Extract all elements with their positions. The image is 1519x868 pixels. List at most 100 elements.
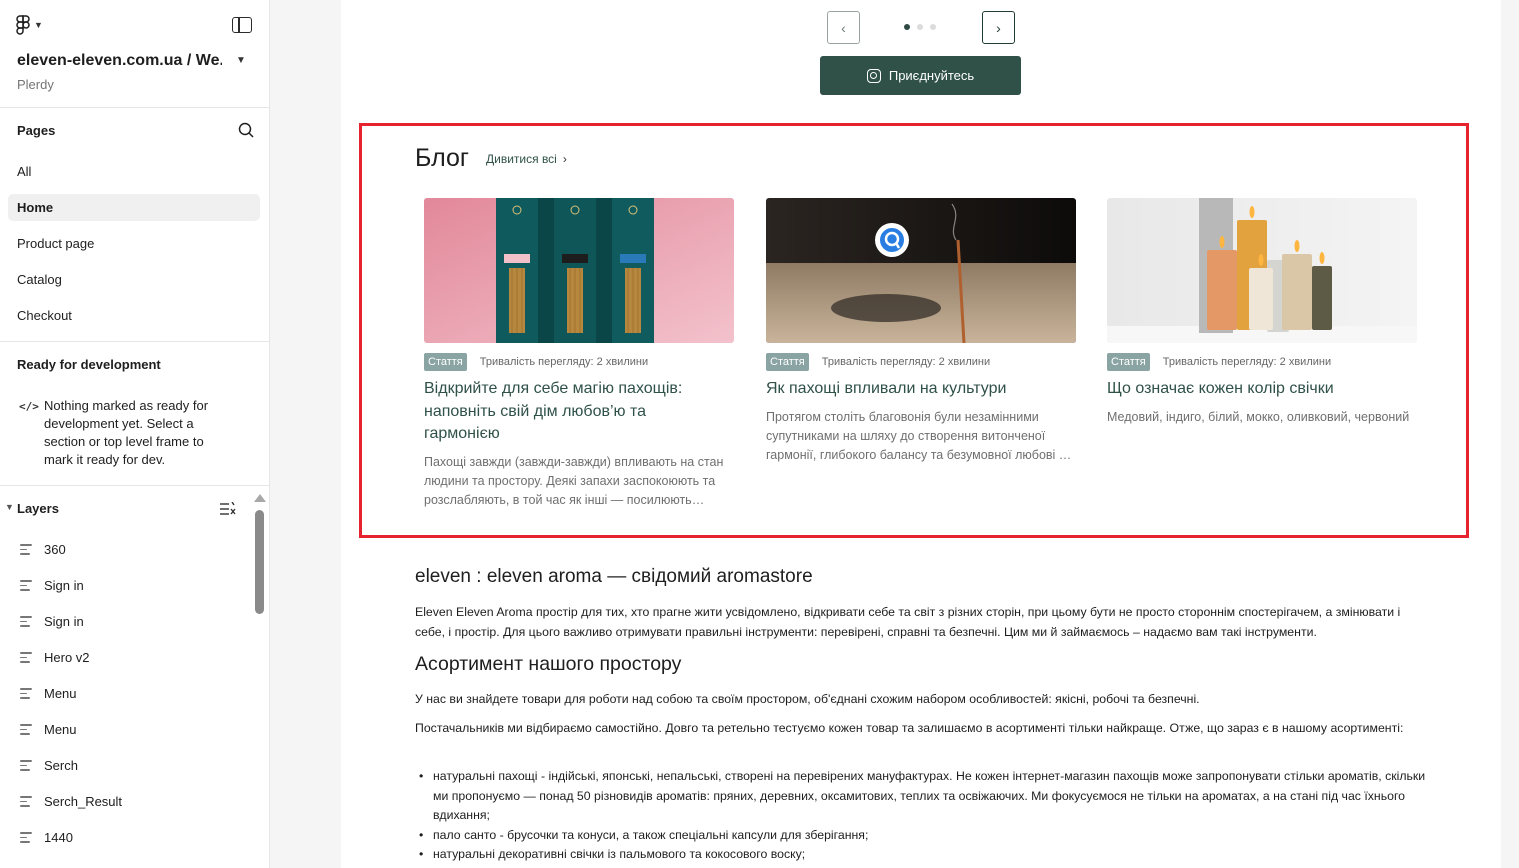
card-title[interactable]: Відкрийте для себе магію пахощів: наповн… [424,378,724,446]
ready-for-dev-text: Nothing marked as ready for development … [44,398,209,467]
layer-label: Menu [44,686,77,701]
page-item-catalog[interactable]: Catalog [8,266,260,293]
article-tag: Стаття [1107,353,1150,371]
list-item: натуральні пахощі - індійські, японські,… [415,767,1430,826]
layer-label: Serch [44,758,78,773]
pages-title: Pages [17,123,56,138]
layer-label: Sign in [44,578,84,593]
carousel-dot[interactable] [904,24,910,30]
layer-list: 360 Sign in Sign in Hero v2 Menu Menu Se… [0,536,250,860]
candles-image[interactable] [1107,198,1417,343]
carousel-prev-button[interactable]: ‹ [827,11,860,44]
chevron-left-icon: ‹ [841,19,846,36]
card-description: Медовий, індиго, білий, мокко, оливковий… [1107,410,1410,424]
list-item: натуральні декоративні свічки із пальмов… [415,845,1430,865]
incense-boxes-illustration [424,198,734,343]
about-text: Eleven Eleven Aroma простір для тих, хто… [415,605,1401,639]
join-instagram-button[interactable]: Приєднуйтесь [820,56,1021,95]
card-title[interactable]: Що означає кожен колір свічки [1107,378,1407,401]
carousel-dot[interactable] [917,24,923,30]
view-all-label: Дивитися всі [486,152,557,166]
section-layer-icon [20,724,32,735]
layer-item[interactable]: 360 [0,536,250,563]
section-layer-icon [20,544,32,555]
page-item-home[interactable]: Home [8,194,260,221]
file-header: ▼ eleven-eleven.com.ua / We... ▼ Plerdy [0,0,269,108]
collapse-chevron-icon[interactable]: ▼ [5,502,14,512]
blog-title: Блог [415,144,470,172]
figma-app: ▼ eleven-eleven.com.ua / We... ▼ Plerdy … [0,0,1519,868]
layer-item[interactable]: Serch_Result [0,788,250,815]
layers-title: Layers [17,501,59,516]
section-layer-icon [20,832,32,843]
layer-item[interactable]: Serch [0,752,250,779]
layer-label: 360 [44,542,66,557]
incense-boxes-image[interactable] [424,198,734,343]
layers-scrollbar[interactable] [255,510,264,614]
layer-item[interactable]: 1440 [0,824,250,851]
layer-item[interactable]: Hero v2 [0,644,250,671]
view-all-link[interactable]: Дивитися всі › [486,152,567,166]
sidebar-toggle-icon[interactable] [232,17,252,33]
blog-card[interactable]: Стаття Тривалість перегляду: 2 хвилини Я… [766,198,1076,518]
layer-label: Hero v2 [44,650,90,665]
layer-label: 1440 [44,830,73,845]
card-description: Протягом століть благовонія були незамін… [766,410,1074,462]
blog-card[interactable]: Стаття Тривалість перегляду: 2 хвилини Щ… [1107,198,1417,518]
team-name[interactable]: Plerdy [17,77,54,92]
card-meta: Стаття Тривалість перегляду: 2 хвилини [424,353,648,371]
assortment-heading: Асортимент нашого простору [415,653,682,675]
article-tag: Стаття [766,353,809,371]
join-button-label: Приєднуйтесь [888,68,975,83]
chevron-down-icon: ▼ [34,20,43,30]
code-icon: </> [19,400,39,413]
pages-section: Pages All Home Product page Catalog Chec… [0,108,269,342]
assortment-list: натуральні пахощі - індійські, японські,… [415,767,1430,865]
blog-cards: Стаття Тривалість перегляду: 2 хвилини В… [424,198,1424,518]
layer-label: Sign in [44,614,84,629]
chevron-right-icon: › [996,19,1001,36]
blog-card[interactable]: Стаття Тривалість перегляду: 2 хвилини В… [424,198,734,518]
figma-main-menu[interactable]: ▼ [16,15,43,35]
blog-section[interactable]: Блог Дивитися всі › Стаття Тривалість пе… [359,123,1469,538]
layer-item[interactable]: Menu [0,680,250,707]
about-heading: eleven : eleven aroma — свідомий aromast… [415,566,813,587]
layer-item[interactable]: Menu [0,716,250,743]
card-description: Пахощі завжди (завжди-завжди) впливають … [424,455,724,507]
layer-item[interactable]: Sign in [0,608,250,635]
assortment-suppliers: Постачальників ми відбираємо самостійно.… [415,721,1404,735]
figma-logo-icon [16,15,30,35]
layer-item[interactable]: Sign in [0,572,250,599]
layer-label: Menu [44,722,77,737]
file-name[interactable]: eleven-eleven.com.ua / We... [17,52,222,70]
page-item-checkout[interactable]: Checkout [8,302,260,329]
page-item-all[interactable]: All [8,158,260,185]
scroll-up-arrow-icon[interactable] [254,494,266,502]
carousel-dot[interactable] [930,24,936,30]
instagram-icon [866,68,881,83]
incense-stick-image[interactable] [766,198,1076,343]
filter-list-icon[interactable] [220,502,236,516]
read-duration: Тривалість перегляду: 2 хвилини [479,356,649,368]
carousel-dots [904,24,936,30]
layers-header: ▼ Layers [0,500,269,520]
incense-stick-illustration [766,198,1076,343]
ready-for-dev-section: Ready for development </> Nothing marked… [0,342,269,486]
section-layer-icon [20,796,32,807]
read-duration: Тривалість перегляду: 2 хвилини [821,356,991,368]
file-menu-chevron-icon[interactable]: ▼ [236,55,246,66]
design-canvas[interactable]: ‹ › Приєднуйтесь Блог Дивитися всі › Ста… [270,0,1519,868]
article-tag: Стаття [424,353,467,371]
assortment-intro: У нас ви знайдете товари для роботи над … [415,692,1200,706]
section-layer-icon [20,688,32,699]
page-list: All Home Product page Catalog Checkout [8,158,260,338]
search-icon[interactable] [238,122,254,138]
section-layer-icon [20,616,32,627]
section-layer-icon [20,580,32,591]
card-title[interactable]: Як пахощі впливали на культури [766,378,1066,401]
page-item-product-page[interactable]: Product page [8,230,260,257]
candles-illustration [1107,198,1417,343]
home-frame[interactable]: ‹ › Приєднуйтесь Блог Дивитися всі › Ста… [341,0,1501,868]
carousel-next-button[interactable]: › [982,11,1015,44]
left-sidebar: ▼ eleven-eleven.com.ua / We... ▼ Plerdy … [0,0,270,868]
